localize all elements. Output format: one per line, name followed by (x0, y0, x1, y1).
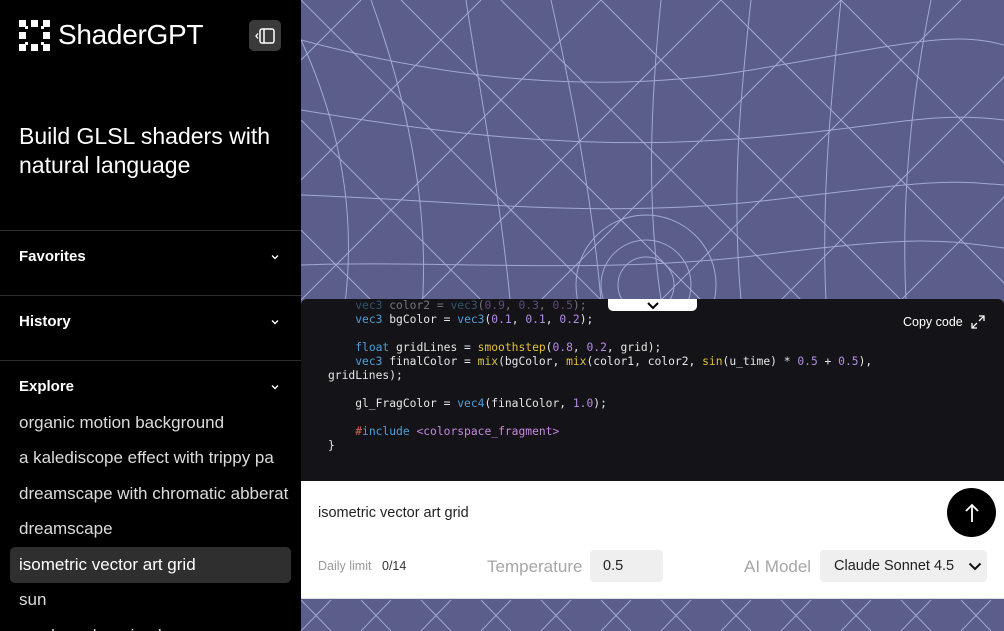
code-line: } (328, 439, 335, 452)
tagline: Build GLSL shaders with natural language (19, 123, 271, 178)
ai-model-value: Claude Sonnet 4.5 (834, 558, 955, 574)
favorites-title: Favorites (19, 248, 86, 265)
code-line: gl_FragColor = vec4(finalColor, 1.0); (328, 397, 607, 410)
temperature-input[interactable] (590, 550, 663, 582)
code-line: vec3 bgColor = vec3(0.1, 0.1, 0.2); (355, 313, 594, 326)
chevron-down-icon (271, 384, 279, 389)
arrow-up-icon (964, 503, 979, 522)
code-line-partial: vec3 color2 = vec3(0.9, 0.3, 0.5); (355, 299, 587, 312)
chevron-down-icon (271, 319, 279, 324)
ai-model-label: AI Model (744, 557, 812, 576)
send-button[interactable] (947, 488, 996, 537)
code-editor[interactable]: vec3 color2 = vec3(0.9, 0.3, 0.5); vec3 … (301, 299, 921, 452)
chevron-down-icon (271, 254, 279, 259)
explore-item[interactable]: dreamscape with chromatic abberat (10, 476, 291, 512)
app-title: ShaderGPT (58, 19, 204, 50)
code-line: gridLines); (328, 369, 403, 382)
explore-list: organic motion background a kalediscope … (10, 405, 291, 631)
copy-code-area: Copy code (903, 315, 985, 329)
prompt-panel: isometric vector art grid Daily limit 0/… (301, 481, 1004, 599)
code-panel[interactable]: vec3 color2 = vec3(0.9, 0.3, 0.5); vec3 … (301, 299, 1004, 481)
ai-model-select[interactable]: Claude Sonnet 4.5 (820, 550, 987, 582)
collapse-code-handle[interactable] (608, 299, 697, 311)
history-title: History (19, 313, 71, 330)
expand-icon[interactable] (971, 315, 985, 329)
prompt-input[interactable]: isometric vector art grid (318, 505, 469, 521)
daily-limit-value: 0/14 (382, 559, 407, 573)
explore-item[interactable]: a kalediscope effect with trippy pa (10, 441, 291, 477)
brand[interactable]: ShaderGPT (19, 19, 203, 51)
explore-title: Explore (19, 378, 75, 395)
explore-item[interactable]: sun (10, 583, 291, 619)
chevron-down-icon (968, 562, 982, 570)
history-section[interactable]: History (0, 295, 301, 360)
code-line: #include <colorspace_fragment> (355, 425, 560, 438)
explore-item[interactable]: organic motion background (10, 405, 291, 441)
daily-limit-label: Daily limit (318, 559, 372, 573)
favorites-section[interactable]: Favorites (0, 230, 301, 295)
collapse-sidebar-button[interactable] (249, 20, 281, 51)
copy-code-button[interactable]: Copy code (903, 315, 963, 329)
shadergpt-logo-icon (19, 19, 50, 51)
explore-section[interactable]: Explore (0, 360, 301, 400)
sidebar-toggle-icon (255, 27, 275, 44)
sidebar: ShaderGPT Build GLSL shaders with natura… (0, 0, 301, 631)
code-line: vec3 finalColor = mix(bgColor, mix(color… (355, 355, 873, 368)
code-line: float gridLines = smoothstep(0.8, 0.2, g… (355, 341, 662, 354)
explore-item-active[interactable]: isometric vector art grid (10, 547, 291, 583)
explore-item[interactable]: dreamscape (10, 512, 291, 548)
explore-item[interactable]: a colour changing hex (10, 618, 291, 631)
temperature-label: Temperature (487, 557, 583, 576)
chevron-down-icon (646, 301, 659, 309)
